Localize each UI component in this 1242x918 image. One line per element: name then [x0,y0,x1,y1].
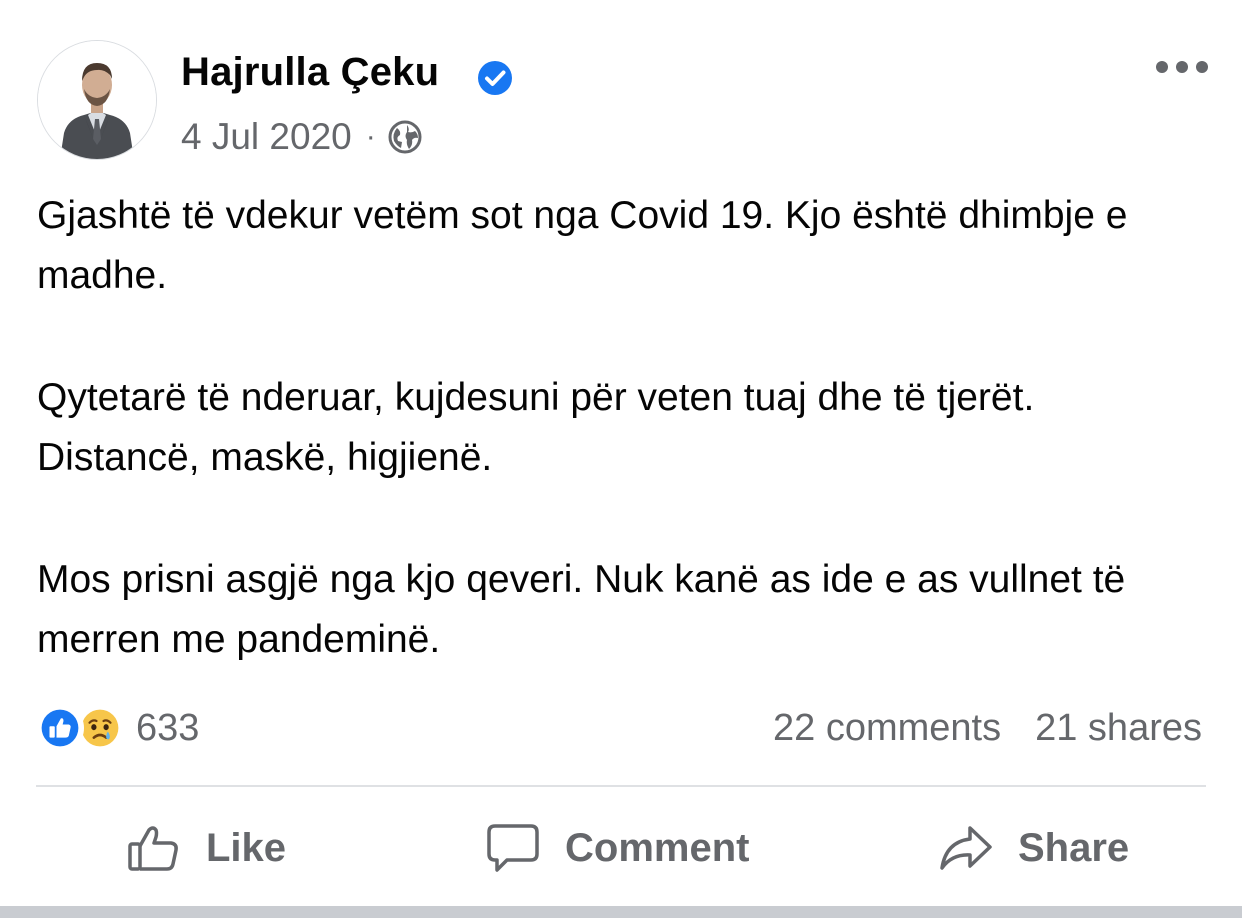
verified-badge-icon [478,61,512,95]
post-text: Gjashtë të vdekur vetëm sot nga Covid 19… [37,186,1207,732]
post-paragraph: Mos prisni asgjë nga kjo qeveri. Nuk kan… [37,558,1126,661]
post-date[interactable]: 4 Jul 2020 [181,116,352,158]
meta-separator: · [365,120,376,153]
globe-icon [388,120,422,154]
share-arrow-icon [940,826,992,870]
more-options-icon[interactable] [1156,56,1208,78]
divider [36,785,1206,787]
comment-label: Comment [565,825,750,870]
more-dot [1196,61,1208,73]
author-avatar[interactable] [37,40,157,160]
share-label: Share [1018,825,1130,870]
comment-button[interactable]: Comment [485,815,749,881]
reactions-summary[interactable]: 633 [36,701,199,755]
comment-bubble-icon [487,824,539,872]
feed-separator [0,906,1242,918]
profile-photo [38,41,156,159]
thumbs-up-icon [128,826,178,871]
share-button[interactable]: Share [938,815,1129,881]
more-dot [1176,61,1188,73]
like-label: Like [206,825,287,870]
facebook-post: Hajrulla Çeku 4 Jul 2020 · Gjashtë të vd… [0,0,1242,918]
comments-count-link[interactable]: 22 comments [773,707,1001,750]
post-paragraph: Gjashtë të vdekur vetëm sot nga Covid 19… [37,194,1128,297]
reaction-count: 633 [136,706,200,749]
more-dot [1156,61,1168,73]
shares-count-link[interactable]: 21 shares [1035,707,1202,750]
engagement-stats: 22 comments 21 shares [773,701,1202,755]
post-paragraph: Qytetarë të nderuar, kujdesuni për veten… [37,376,1035,479]
like-reaction-icon [36,704,84,752]
author-name[interactable]: Hajrulla Çeku [181,50,439,95]
like-button[interactable]: Like [126,815,286,881]
post-meta: 4 Jul 2020 · [181,114,422,160]
